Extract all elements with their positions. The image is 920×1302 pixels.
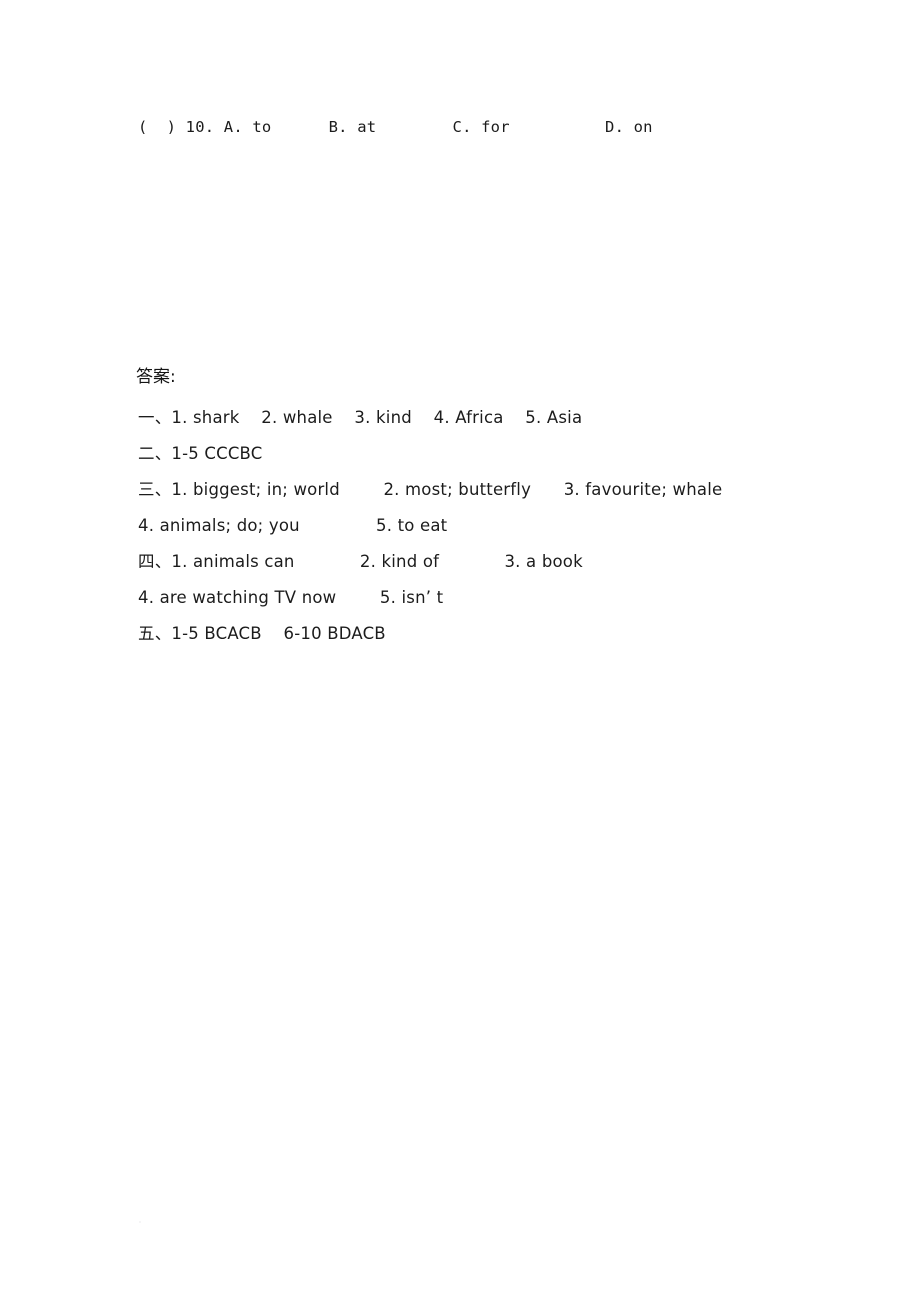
answer-line-section-3-part-1: 三、1. biggest; in; world 2. most; butterf… bbox=[138, 480, 723, 499]
answer-line-section-5: 五、1-5 BCACB 6-10 BDACB bbox=[138, 624, 386, 643]
answer-line-section-4-part-2: 4. are watching TV now 5. isn’ t bbox=[138, 588, 444, 607]
document-page: ( ) 10. A. to B. at C. for D. on 答案: 一、1… bbox=[0, 0, 920, 1302]
scan-artifact-speck bbox=[139, 1221, 141, 1223]
question-10-options: ( ) 10. A. to B. at C. for D. on bbox=[138, 118, 653, 136]
answer-line-section-2: 二、1-5 CCCBC bbox=[138, 444, 263, 463]
answer-line-section-1: 一、1. shark 2. whale 3. kind 4. Africa 5.… bbox=[138, 408, 583, 427]
answers-heading: 答案: bbox=[136, 367, 176, 387]
answer-line-section-3-part-2: 4. animals; do; you 5. to eat bbox=[138, 516, 448, 535]
answer-line-section-4-part-1: 四、1. animals can 2. kind of 3. a book bbox=[138, 552, 583, 571]
